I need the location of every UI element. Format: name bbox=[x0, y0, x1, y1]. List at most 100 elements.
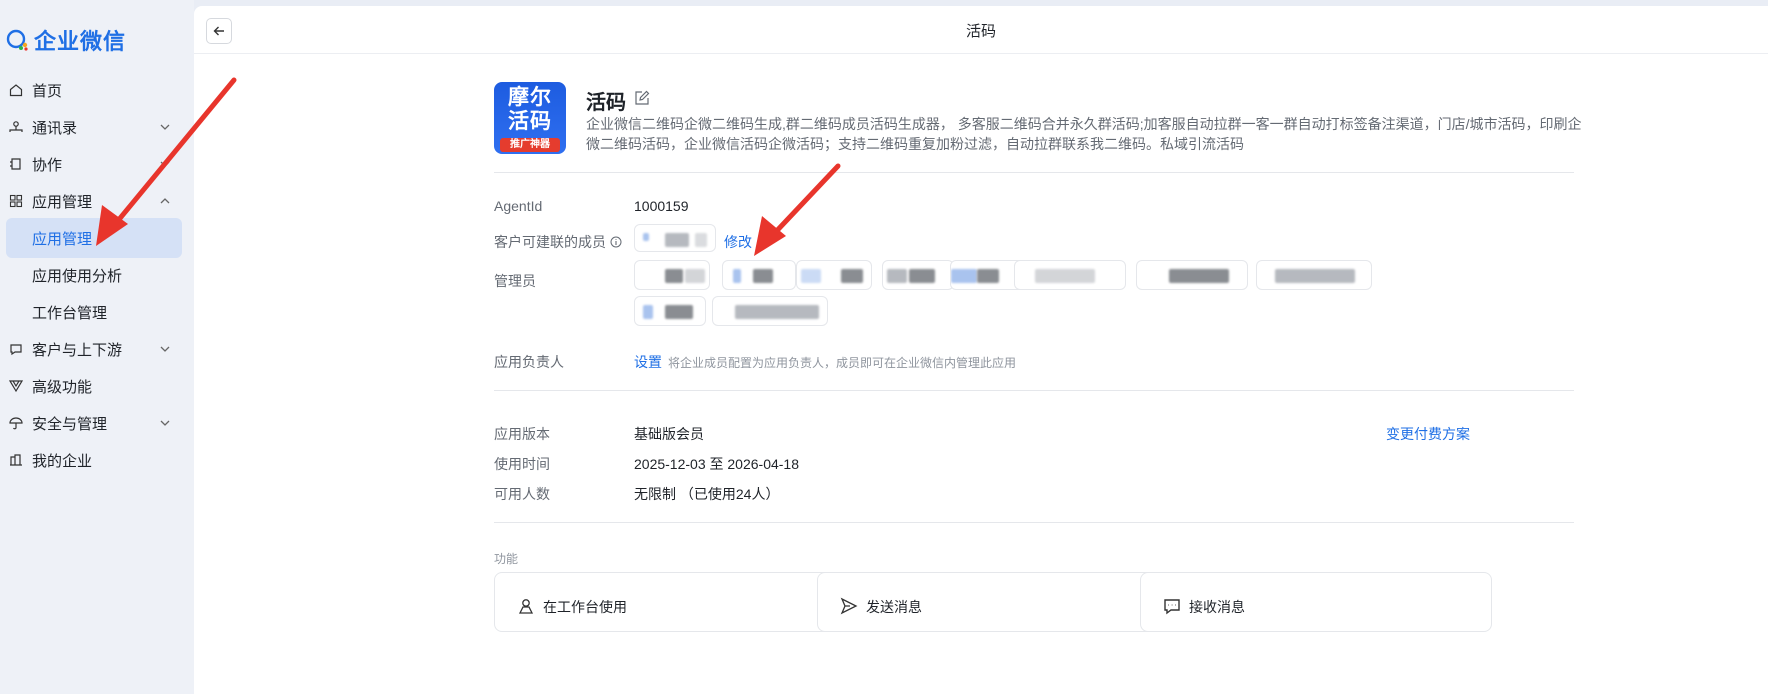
sidebar-subitem-app-management[interactable]: 应用管理 bbox=[6, 218, 182, 258]
redacted-name bbox=[1275, 269, 1355, 283]
collab-icon bbox=[8, 156, 24, 172]
redacted-name bbox=[735, 305, 819, 319]
owner-label: 应用负责人 bbox=[494, 354, 564, 370]
app-description: 企业微信二维码企微二维码生成,群二维码成员活码生成器， 多客服二维码合并永久群活… bbox=[586, 116, 1582, 152]
brand-name: 企业微信 bbox=[34, 29, 127, 54]
admin-chip[interactable] bbox=[712, 296, 828, 326]
redacted-name bbox=[977, 269, 999, 283]
chevron-down-icon bbox=[160, 346, 170, 352]
members-label-row: 客户可建联的成员 bbox=[494, 232, 622, 252]
redacted-name bbox=[665, 233, 689, 247]
chevron-down-icon bbox=[160, 161, 170, 167]
sidebar-item-label: 高级功能 bbox=[32, 378, 93, 396]
top-bar: 活码 bbox=[194, 6, 1768, 54]
sidebar-subitem-app-usage-analysis[interactable]: 应用使用分析 bbox=[0, 255, 194, 295]
sidebar-item-my-company[interactable]: 我的企业 bbox=[0, 440, 194, 480]
sidebar-item-label: 应用使用分析 bbox=[32, 267, 123, 285]
app-name: 活码 bbox=[586, 92, 626, 114]
brand-logo[interactable]: 企业微信 bbox=[6, 24, 126, 56]
feature-card-receive-message[interactable]: 接收消息 bbox=[1140, 572, 1492, 632]
sidebar-subitem-workbench-management[interactable]: 工作台管理 bbox=[0, 292, 194, 332]
feature-card-send-message[interactable]: 发送消息 bbox=[817, 572, 1169, 632]
admin-chip[interactable] bbox=[1014, 260, 1126, 290]
sidebar-item-label: 协作 bbox=[32, 156, 63, 174]
edit-icon[interactable] bbox=[634, 90, 650, 106]
change-plan-link[interactable]: 变更付费方案 bbox=[1378, 424, 1470, 444]
sidebar-item-collab[interactable]: 协作 bbox=[0, 144, 194, 184]
redacted-avatar bbox=[951, 269, 977, 283]
sidebar-item-label: 应用管理 bbox=[32, 230, 93, 248]
send-icon bbox=[840, 597, 858, 615]
redacted-name bbox=[685, 269, 705, 283]
admin-chip[interactable] bbox=[634, 260, 710, 290]
sidebar-item-label: 安全与管理 bbox=[32, 415, 108, 433]
umbrella-icon bbox=[8, 415, 24, 431]
sidebar-item-label: 我的企业 bbox=[32, 452, 93, 470]
sidebar-item-contacts[interactable]: 通讯录 bbox=[0, 107, 194, 147]
member-chip[interactable] bbox=[634, 224, 716, 252]
admin-chip[interactable] bbox=[634, 296, 706, 326]
members-label: 客户可建联的成员 bbox=[494, 234, 606, 250]
app-logo-text: 摩尔 活码 bbox=[508, 86, 552, 133]
chat-icon bbox=[8, 341, 24, 357]
admin-chip[interactable] bbox=[1256, 260, 1372, 290]
feature-card-label: 在工作台使用 bbox=[543, 599, 627, 615]
redacted-name bbox=[753, 269, 773, 283]
sidebar-item-home[interactable]: 首页 bbox=[0, 70, 194, 110]
apps-icon bbox=[8, 193, 24, 209]
admin-chip[interactable] bbox=[796, 260, 872, 290]
page-title: 活码 bbox=[965, 23, 996, 40]
sidebar-item-label: 应用管理 bbox=[32, 193, 93, 211]
chevron-up-icon bbox=[160, 198, 170, 204]
redacted-avatar bbox=[643, 233, 649, 241]
workbench-icon bbox=[518, 599, 534, 614]
sidebar-item-customers[interactable]: 客户与上下游 bbox=[0, 329, 194, 369]
divider bbox=[494, 390, 1574, 391]
redacted-avatar bbox=[733, 269, 741, 283]
sidebar-item-label: 首页 bbox=[32, 82, 63, 100]
sidebar: 企业微信 首页 通讯录 协作 应用管理 应用管理 应用使用分析 工作台管理 客户… bbox=[0, 0, 194, 694]
divider bbox=[494, 172, 1574, 173]
sidebar-item-label: 客户与上下游 bbox=[32, 341, 123, 359]
message-icon bbox=[1164, 599, 1180, 615]
chevron-down-icon bbox=[160, 420, 170, 426]
feature-card-label: 发送消息 bbox=[866, 599, 922, 615]
redacted-avatar bbox=[801, 269, 821, 283]
advanced-icon bbox=[8, 378, 24, 394]
app-logo-tag: 推广神器 bbox=[500, 138, 560, 152]
sidebar-item-label: 工作台管理 bbox=[32, 304, 108, 322]
chevron-down-icon bbox=[160, 124, 170, 130]
version-value: 基础版会员 bbox=[634, 426, 704, 442]
sidebar-item-label: 通讯录 bbox=[32, 119, 78, 137]
redacted-name bbox=[887, 269, 907, 283]
admin-chip[interactable] bbox=[882, 260, 954, 290]
agentid-value: 1000159 bbox=[634, 198, 689, 214]
admin-chip[interactable] bbox=[722, 260, 796, 290]
users-label: 可用人数 bbox=[494, 486, 550, 502]
app-logo: 摩尔 活码 推广神器 bbox=[494, 82, 566, 154]
redacted-name bbox=[1169, 269, 1229, 283]
admins-label: 管理员 bbox=[494, 273, 536, 289]
sidebar-item-advanced[interactable]: 高级功能 bbox=[0, 366, 194, 406]
version-label: 应用版本 bbox=[494, 426, 550, 442]
feature-card-label: 接收消息 bbox=[1189, 599, 1245, 615]
feature-card-workbench[interactable]: 在工作台使用 bbox=[494, 572, 846, 632]
divider bbox=[494, 522, 1574, 523]
agentid-label: AgentId bbox=[494, 198, 543, 214]
users-value: 无限制 （已使用24人） bbox=[634, 486, 780, 502]
admin-chip[interactable] bbox=[1136, 260, 1248, 290]
sidebar-item-app-management[interactable]: 应用管理 bbox=[0, 181, 194, 221]
edit-members-link[interactable]: 修改 bbox=[724, 232, 752, 252]
period-label: 使用时间 bbox=[494, 456, 550, 472]
contacts-icon bbox=[8, 119, 24, 135]
set-owner-link[interactable]: 设置 bbox=[634, 352, 662, 372]
period-value: 2025-12-03 至 2026-04-18 bbox=[634, 456, 800, 472]
info-icon[interactable] bbox=[610, 236, 622, 248]
redacted-name bbox=[841, 269, 863, 283]
main-panel: 活码 摩尔 活码 推广神器 活码 企业微信二维码企微二维码生成,群二维码成员活码生… bbox=[194, 6, 1768, 694]
redacted-name bbox=[909, 269, 935, 283]
wecom-logo-icon bbox=[6, 29, 28, 51]
sidebar-item-security[interactable]: 安全与管理 bbox=[0, 403, 194, 443]
redacted-name bbox=[1035, 269, 1095, 283]
features-label: 功能 bbox=[494, 552, 519, 566]
